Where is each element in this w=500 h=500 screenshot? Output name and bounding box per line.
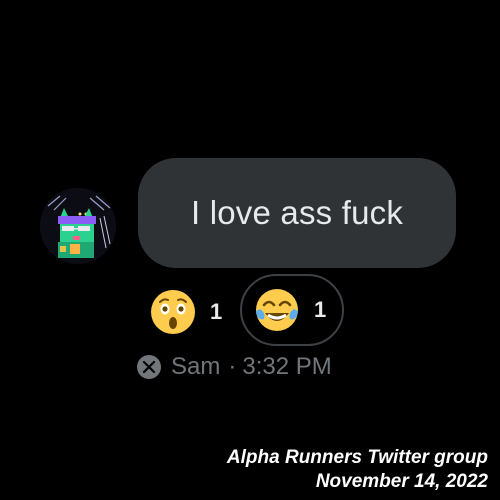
reaction-astonished[interactable]: 1 — [150, 276, 222, 348]
image-caption: Alpha Runners Twitter group November 14,… — [227, 446, 488, 494]
sender-name[interactable]: Sam — [171, 353, 220, 381]
message-meta: Sam · 3:32 PM — [137, 352, 332, 382]
message-bubble[interactable]: I love ass fuck — [138, 158, 456, 268]
caption-line-1: Alpha Runners Twitter group — [226, 447, 488, 468]
sender-avatar[interactable] — [40, 188, 116, 264]
face-with-tears-of-joy-icon — [254, 287, 300, 333]
astonished-face-icon — [150, 289, 196, 335]
reaction-count: 1 — [210, 299, 223, 324]
meta-separator: · — [228, 353, 237, 380]
reaction-count: 1 — [314, 297, 327, 322]
pixel-cat-avatar-icon — [40, 188, 116, 264]
message-text: I love ass fuck — [190, 194, 404, 231]
x-logo-icon — [137, 355, 161, 379]
reaction-tears-of-joy[interactable]: 1 — [240, 274, 344, 346]
message-time: 3:32 PM — [242, 353, 332, 380]
caption-line-2: November 14, 2022 — [315, 471, 488, 492]
